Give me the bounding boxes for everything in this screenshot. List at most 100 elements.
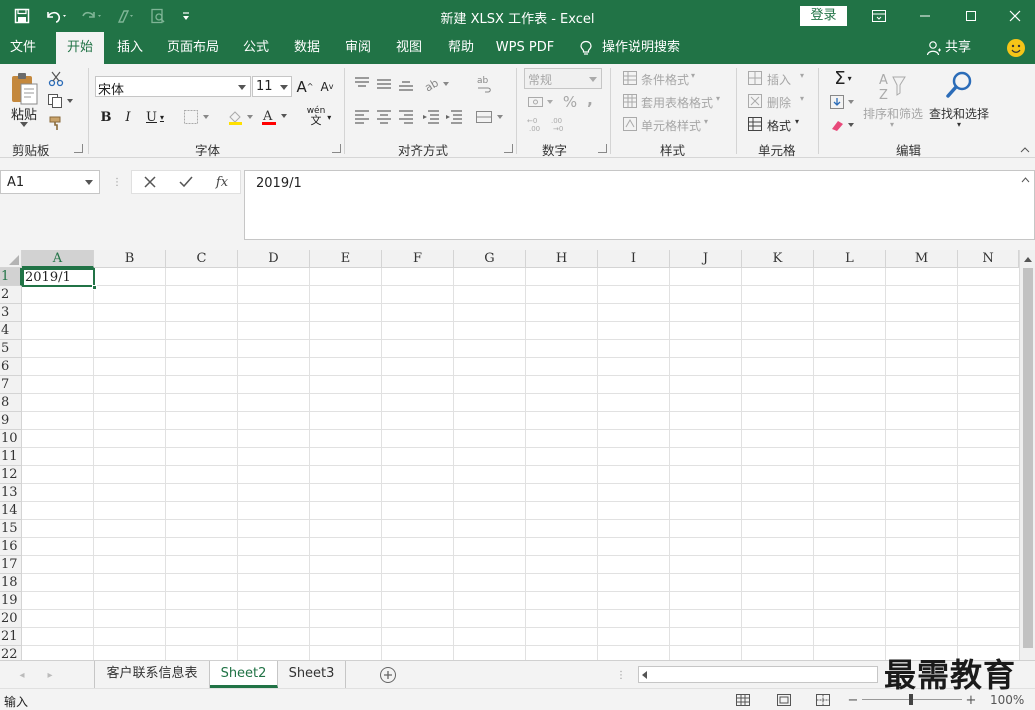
row-header-15[interactable]: 15 bbox=[0, 520, 22, 538]
format-painter-brush-icon[interactable] bbox=[46, 114, 66, 132]
row-header-16[interactable]: 16 bbox=[0, 538, 22, 556]
row-header-19[interactable]: 19 bbox=[0, 592, 22, 610]
cancel-entry-icon[interactable] bbox=[138, 172, 162, 192]
column-header-d[interactable]: D bbox=[238, 250, 310, 268]
decrease-decimal-icon[interactable]: .00 →0 bbox=[550, 114, 570, 134]
format-cells-button[interactable]: 格式 bbox=[767, 117, 791, 134]
cell-a1[interactable]: 2019/1 bbox=[22, 268, 95, 287]
row-header-14[interactable]: 14 bbox=[0, 502, 22, 520]
format-as-table-button[interactable]: 套用表格格式 bbox=[641, 94, 713, 111]
paste-icon[interactable] bbox=[8, 70, 40, 108]
format-painter-icon[interactable] bbox=[112, 0, 140, 32]
print-preview-icon[interactable] bbox=[146, 0, 170, 32]
login-button[interactable]: 登录 bbox=[800, 6, 847, 26]
bold-icon[interactable]: B bbox=[98, 107, 114, 127]
column-header-h[interactable]: H bbox=[526, 250, 598, 268]
insert-cells-button[interactable]: 插入 bbox=[767, 71, 791, 88]
wrap-text-icon[interactable]: ab bbox=[474, 74, 496, 94]
ribbon-display-icon[interactable] bbox=[856, 0, 902, 32]
confirm-entry-icon[interactable] bbox=[174, 172, 198, 192]
scroll-thumb[interactable] bbox=[1023, 268, 1033, 648]
zoom-out-icon[interactable]: − bbox=[846, 691, 860, 709]
column-header-c[interactable]: C bbox=[166, 250, 238, 268]
column-header-j[interactable]: J bbox=[670, 250, 742, 268]
decrease-font-size-icon[interactable]: Av bbox=[318, 76, 336, 97]
page-layout-view-icon[interactable] bbox=[775, 691, 793, 709]
tab-wps-pdf[interactable]: WPS PDF bbox=[492, 32, 558, 64]
row-header-20[interactable]: 20 bbox=[0, 610, 22, 628]
cell-styles-button[interactable]: 单元格样式 bbox=[641, 117, 701, 134]
insert-function-button[interactable]: fx bbox=[210, 172, 234, 192]
row-header-21[interactable]: 21 bbox=[0, 628, 22, 646]
increase-font-size-icon[interactable]: A ^ bbox=[296, 76, 314, 97]
increase-indent-icon[interactable] bbox=[443, 107, 465, 127]
tab-review[interactable]: 审阅 bbox=[337, 32, 379, 64]
name-box[interactable]: A1 bbox=[0, 170, 100, 194]
vertical-scrollbar[interactable] bbox=[1019, 250, 1035, 660]
column-header-f[interactable]: F bbox=[382, 250, 454, 268]
autosum-icon[interactable]: Σ ▾ bbox=[828, 68, 858, 89]
column-header-b[interactable]: B bbox=[94, 250, 166, 268]
row-header-7[interactable]: 7 bbox=[0, 376, 22, 394]
row-header-1[interactable]: 1 bbox=[0, 268, 22, 286]
formula-input[interactable]: 2019/1 bbox=[244, 170, 1035, 240]
number-launcher-icon[interactable] bbox=[598, 144, 607, 153]
align-right-icon[interactable] bbox=[396, 107, 416, 127]
fill-handle[interactable] bbox=[92, 285, 97, 290]
row-header-9[interactable]: 9 bbox=[0, 412, 22, 430]
prev-sheet-icon[interactable]: ◂ bbox=[14, 667, 30, 683]
sheet-tab-sheet2[interactable]: Sheet2 bbox=[210, 661, 278, 688]
column-header-e[interactable]: E bbox=[310, 250, 382, 268]
scroll-left-icon[interactable] bbox=[642, 671, 647, 679]
tab-data[interactable]: 数据 bbox=[286, 32, 328, 64]
tab-formulas[interactable]: 公式 bbox=[236, 32, 276, 64]
underline-icon[interactable]: U ▾ bbox=[142, 107, 168, 127]
share-button[interactable]: 共享 bbox=[944, 32, 972, 64]
redo-icon[interactable] bbox=[78, 0, 106, 32]
tab-home[interactable]: 开始 bbox=[56, 32, 104, 64]
tab-file[interactable]: 文件 bbox=[0, 32, 46, 64]
phonetic-guide-icon[interactable]: wén 文 ▾ bbox=[303, 105, 335, 129]
row-header-2[interactable]: 2 bbox=[0, 286, 22, 304]
customize-icon[interactable] bbox=[178, 0, 194, 32]
tab-split-grip-icon[interactable]: ⋮ bbox=[616, 667, 626, 683]
maximize-icon[interactable] bbox=[948, 0, 994, 32]
horizontal-scrollbar[interactable] bbox=[638, 666, 878, 683]
lightbulb-icon[interactable] bbox=[576, 32, 596, 64]
row-header-10[interactable]: 10 bbox=[0, 430, 22, 448]
decrease-indent-icon[interactable] bbox=[420, 107, 442, 127]
sheet-tab-customer-contacts[interactable]: 客户联系信息表 bbox=[94, 661, 210, 688]
tab-help[interactable]: 帮助 bbox=[440, 32, 482, 64]
normal-view-icon[interactable] bbox=[734, 691, 752, 709]
align-center-icon[interactable] bbox=[374, 107, 394, 127]
smiley-feedback-icon[interactable] bbox=[1004, 32, 1028, 64]
align-bottom-icon[interactable] bbox=[396, 74, 416, 94]
save-icon[interactable] bbox=[8, 0, 36, 32]
alignment-launcher-icon[interactable] bbox=[504, 144, 513, 153]
merge-center-icon[interactable] bbox=[474, 107, 506, 127]
row-header-5[interactable]: 5 bbox=[0, 340, 22, 358]
conditional-format-button[interactable]: 条件格式 bbox=[641, 71, 689, 88]
column-header-n[interactable]: N bbox=[958, 250, 1019, 268]
row-header-4[interactable]: 4 bbox=[0, 322, 22, 340]
fill-color-icon[interactable] bbox=[226, 107, 256, 127]
percent-style-button[interactable]: % bbox=[560, 92, 580, 112]
font-name-combo[interactable]: 宋体 bbox=[95, 76, 251, 98]
row-header-13[interactable]: 13 bbox=[0, 484, 22, 502]
minimize-icon[interactable] bbox=[902, 0, 948, 32]
close-icon[interactable] bbox=[994, 0, 1035, 32]
row-header-6[interactable]: 6 bbox=[0, 358, 22, 376]
row-header-11[interactable]: 11 bbox=[0, 448, 22, 466]
orientation-icon[interactable]: ab bbox=[422, 74, 452, 94]
undo-icon[interactable] bbox=[40, 0, 72, 32]
column-header-m[interactable]: M bbox=[886, 250, 958, 268]
collapse-ribbon-icon[interactable] bbox=[1018, 144, 1032, 156]
increase-decimal-icon[interactable]: ←0.00 bbox=[526, 114, 546, 134]
comma-style-button[interactable]: , bbox=[582, 90, 598, 110]
row-header-18[interactable]: 18 bbox=[0, 574, 22, 592]
clear-icon[interactable] bbox=[828, 115, 858, 135]
delete-cells-button[interactable]: 删除 bbox=[767, 94, 791, 111]
column-header-a[interactable]: A bbox=[22, 250, 94, 268]
user-icon[interactable] bbox=[924, 32, 944, 64]
borders-icon[interactable] bbox=[182, 107, 212, 127]
